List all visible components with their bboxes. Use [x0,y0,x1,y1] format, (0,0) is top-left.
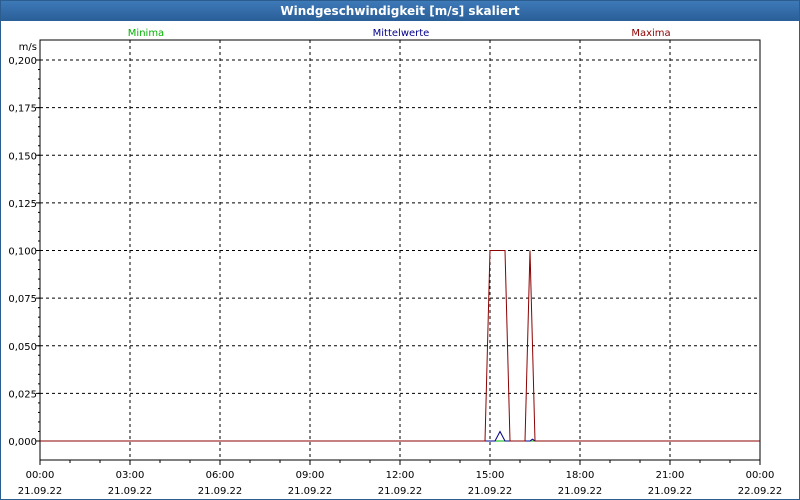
x-tick-date: 21.09.22 [108,486,153,497]
x-tick-time: 18:00 [566,470,595,481]
x-tick-date: 21.09.22 [288,486,333,497]
x-tick-date: 22.09.22 [738,486,783,497]
x-tick-time: 12:00 [386,470,415,481]
x-tick-time: 09:00 [296,470,325,481]
legend-mittelwerte: Mittelwerte [373,28,430,39]
y-axis-ticks: 0,000 0,025 0,050 0,075 0,100 0,125 0,150 0,175… [8,56,40,448]
y-axis-unit: m/s [19,42,37,53]
x-tick-time: 21:00 [656,470,685,481]
y-tick-label: 0,175 [8,104,37,115]
x-tick-time: 06:00 [206,470,235,481]
y-tick-label: 0,000 [8,437,37,448]
legend-maxima: Maxima [631,28,670,39]
x-tick-time: 00:00 [26,470,55,481]
y-tick-label: 0,125 [8,199,37,210]
x-tick-date: 21.09.22 [378,486,423,497]
y-tick-label: 0,100 [8,247,37,258]
x-tick-date: 21.09.22 [18,486,63,497]
chart-svg: 0,000 0,025 0,050 0,075 0,100 0,125 0,150 0,175… [8,28,783,497]
x-tick-date: 21.09.22 [648,486,693,497]
x-tick-date: 21.09.22 [558,486,603,497]
y-tick-label: 0,150 [8,151,37,162]
y-tick-label: 0,050 [8,342,37,353]
y-tick-label: 0,200 [8,56,37,67]
x-tick-date: 21.09.22 [198,486,243,497]
x-tick-time: 15:00 [476,470,505,481]
x-tick-time: 00:00 [746,470,775,481]
x-tick-date: 21.09.22 [468,486,513,497]
x-tick-time: 03:00 [116,470,145,481]
x-axis-ticks: 00:00 21.09.22 03:00 21.09.22 06:00 21.09.22 0… [18,460,783,497]
y-tick-label: 0,075 [8,294,37,305]
legend-minima: Minima [128,28,164,39]
y-tick-label: 0,025 [8,389,37,400]
